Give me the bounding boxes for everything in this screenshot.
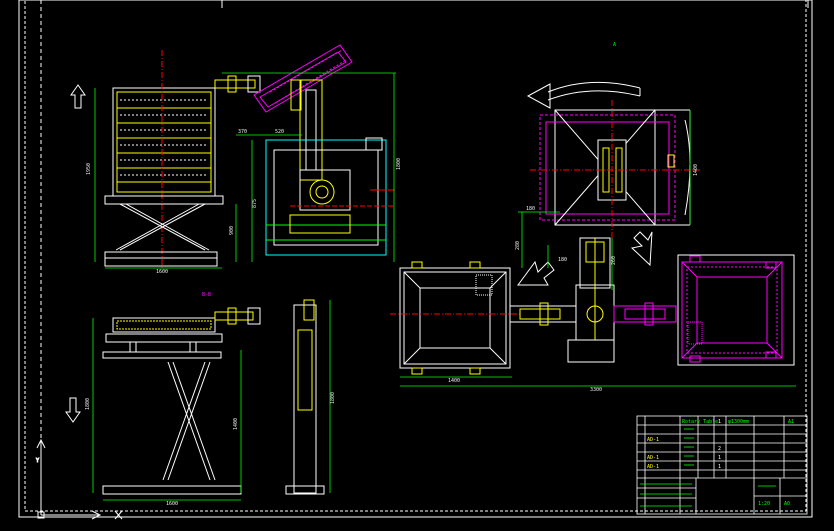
tb-row5-code: AD-1	[647, 464, 659, 470]
plan-arm-left	[509, 302, 577, 326]
right-platform	[677, 254, 795, 366]
cad-drawing: Y 1950 1600 900 875 370 520 1800 B-B 180…	[18, 0, 813, 520]
dim-plan-height: 1400	[693, 164, 699, 176]
tilted-tray	[253, 44, 353, 113]
tb-row4-qty: 1	[718, 464, 721, 470]
dim-elev-width: 1600	[156, 269, 168, 275]
dim-scissor-height: 900	[229, 226, 235, 235]
upper-elevation-view: 1950 1600 900 875 370 520 1800	[70, 44, 402, 275]
title-block-fills	[640, 428, 776, 507]
dim-lower-height: 1800	[85, 398, 91, 410]
tb-row1-spec: φ1300mm	[728, 419, 749, 425]
tb-row5-qty: 1	[718, 455, 721, 461]
dim-lower-mast: 1800	[330, 392, 336, 404]
title-block	[636, 415, 808, 515]
dim-plan-total: 3300	[590, 387, 602, 393]
dim-table-height: 1400	[233, 418, 239, 430]
tb-row3-qty: 2	[718, 446, 721, 452]
tb-row1-qty: 1	[718, 419, 721, 425]
section-label: B-B	[202, 292, 211, 298]
arrow-down-icon	[65, 397, 81, 423]
plan-arm-right	[613, 302, 677, 326]
dim-plan-180: 180	[526, 206, 535, 212]
lower-table	[102, 317, 223, 359]
dim-slider-260: 260	[611, 256, 617, 265]
dim-elev-height: 1950	[86, 163, 92, 175]
dim-post-width: 370	[238, 129, 247, 135]
flow-arrows	[517, 231, 653, 286]
rotation-arrow-icon	[526, 81, 641, 109]
plan-mark: A	[613, 42, 616, 48]
center-shaft	[567, 237, 615, 363]
dim-arm-height: 875	[252, 199, 258, 208]
tb-row1-name: Rotary Table	[682, 419, 718, 425]
left-platform	[390, 261, 520, 375]
dim-lower-base: 1600	[166, 501, 178, 507]
scissor-lift-upper	[104, 203, 218, 267]
upper-arm	[214, 75, 261, 93]
svg-text:Y: Y	[36, 458, 39, 464]
ucs-icon: Y	[36, 438, 123, 520]
dim-plan-width-left: 1400	[448, 378, 460, 384]
lower-arm	[214, 307, 261, 325]
tb-row3-code: AD-1	[647, 455, 659, 461]
arrow-up-icon	[70, 84, 86, 109]
tray-stack	[104, 50, 224, 268]
machine-base	[265, 137, 395, 256]
dim-plan-180b: 180	[558, 257, 567, 263]
tb-scale: 1:20	[758, 501, 770, 507]
dim-mast-height: 1800	[396, 158, 402, 170]
tb-sheet: A0	[784, 501, 790, 507]
scissor-lift-lower	[102, 361, 242, 495]
dim-post-width2: 520	[275, 129, 284, 135]
upper-rotary-unit	[530, 100, 700, 240]
plan-view: A 180 280 180 260 1400 1400 3300	[390, 42, 796, 393]
dim-plan-280: 280	[515, 241, 521, 250]
lower-mast	[285, 299, 325, 495]
tb-row2-code: AD-1	[647, 437, 659, 443]
tb-row1-note: A1	[788, 419, 794, 425]
lower-elevation-view: B-B 1800 1600 1400 1800	[65, 292, 336, 507]
